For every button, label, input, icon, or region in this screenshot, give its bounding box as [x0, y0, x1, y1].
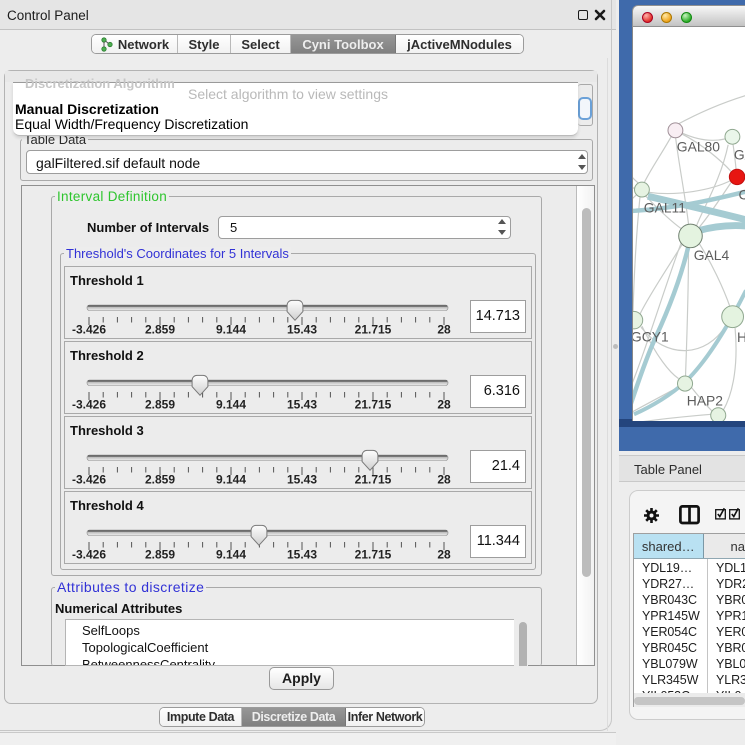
svg-text:-3.426: -3.426 [72, 323, 106, 337]
svg-text:GAL4: GAL4 [694, 247, 730, 263]
svg-text:2.859: 2.859 [145, 473, 175, 487]
svg-text:21.715: 21.715 [355, 473, 392, 487]
svg-text:15.43: 15.43 [287, 548, 317, 562]
svg-text:GCY1: GCY1 [632, 329, 669, 345]
svg-text:28: 28 [437, 398, 451, 412]
svg-text:28: 28 [437, 548, 451, 562]
svg-text:HAP2: HAP2 [687, 392, 723, 408]
svg-text:CY: CY [738, 186, 745, 202]
svg-text:15.43: 15.43 [287, 398, 317, 412]
svg-text:28: 28 [437, 323, 451, 337]
svg-text:-3.426: -3.426 [72, 473, 106, 487]
svg-text:9.144: 9.144 [216, 473, 246, 487]
svg-text:GAL80: GAL80 [677, 139, 720, 155]
svg-text:9.144: 9.144 [216, 548, 246, 562]
svg-text:H: H [737, 329, 745, 345]
svg-text:-3.426: -3.426 [72, 398, 106, 412]
svg-text:2.859: 2.859 [145, 323, 175, 337]
svg-text:15.43: 15.43 [287, 473, 317, 487]
svg-text:GA: GA [734, 146, 745, 162]
svg-text:28: 28 [437, 473, 451, 487]
svg-text:2.859: 2.859 [145, 398, 175, 412]
svg-text:9.144: 9.144 [216, 323, 246, 337]
svg-text:9.144: 9.144 [216, 398, 246, 412]
svg-text:21.715: 21.715 [355, 548, 392, 562]
svg-text:-3.426: -3.426 [72, 548, 106, 562]
svg-text:15.43: 15.43 [287, 323, 317, 337]
svg-text:21.715: 21.715 [355, 323, 392, 337]
svg-text:GAL11: GAL11 [644, 199, 686, 215]
svg-text:2.859: 2.859 [145, 548, 175, 562]
svg-text:21.715: 21.715 [355, 398, 392, 412]
